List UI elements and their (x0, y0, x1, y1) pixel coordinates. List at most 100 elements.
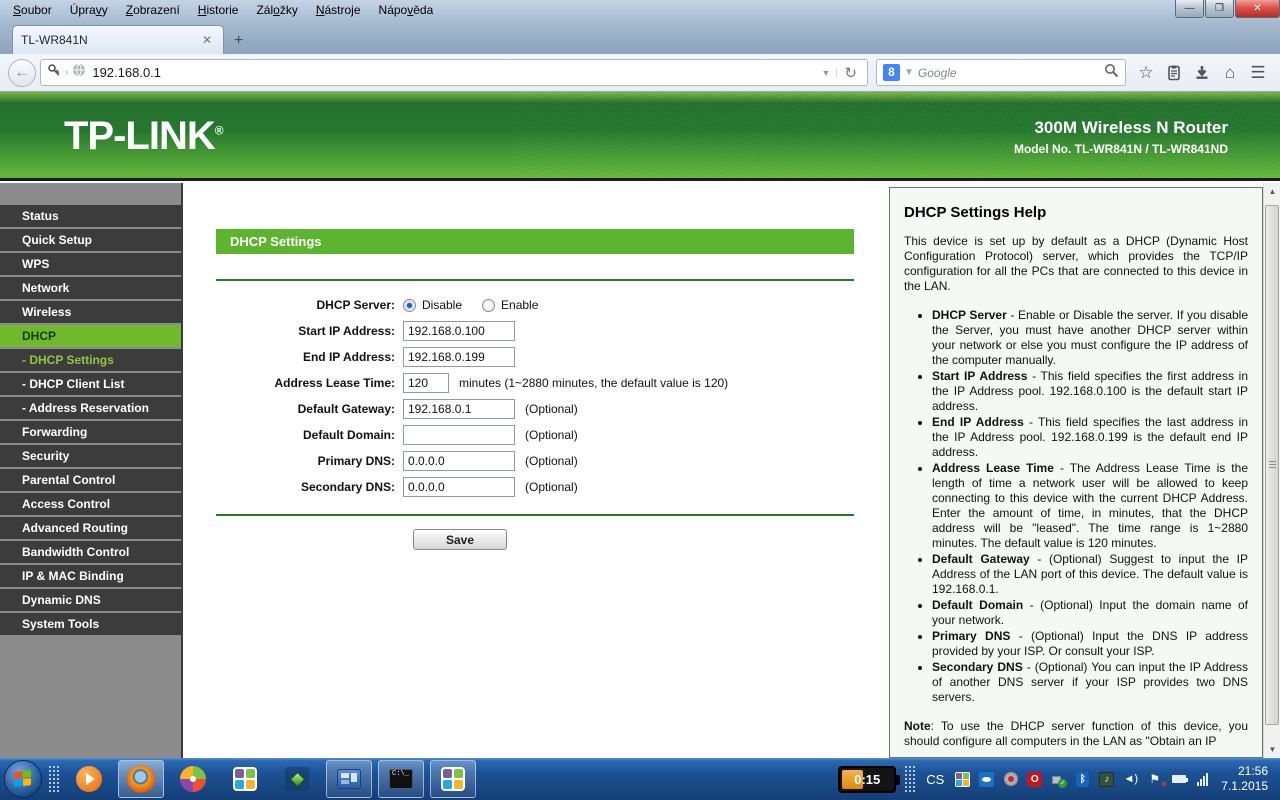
close-button[interactable]: ✕ (1235, 0, 1280, 18)
system-tray: O ✓ ᛒ ♪ ◄) ⚑ (954, 771, 1211, 789)
bookmark-star-icon[interactable]: ☆ (1132, 59, 1160, 87)
help-bullet: Secondary DNS - (Optional) You can input… (932, 660, 1248, 705)
sidebar-item-dynamic-dns[interactable]: Dynamic DNS (0, 589, 181, 611)
menu-history[interactable]: Historie (189, 1, 248, 19)
scrollbar-up-icon[interactable]: ▲ (1264, 183, 1280, 200)
sims-icon[interactable] (274, 760, 320, 798)
scrollbar-thumb[interactable] (1265, 205, 1279, 725)
disable-radio[interactable] (403, 298, 416, 312)
tray-power-icon[interactable] (1170, 771, 1188, 787)
taskbar-dots-tray[interactable] (904, 765, 917, 793)
globe-icon[interactable] (72, 63, 86, 82)
battery-gadget[interactable]: 0:15 (838, 765, 901, 793)
sidebar-item-ip-mac-binding[interactable]: IP & MAC Binding (0, 565, 181, 587)
url-bar[interactable]: › ▼ ↻ (40, 59, 868, 86)
enable-radio[interactable] (482, 298, 496, 312)
menu-help[interactable]: Nápověda (370, 1, 443, 19)
sidebar-item-network[interactable]: Network (0, 277, 181, 299)
tray-volume-icon[interactable]: ◄) (1122, 771, 1139, 787)
new-tab-button[interactable]: + (224, 30, 253, 54)
scrollbar-down-icon[interactable]: ▼ (1264, 741, 1280, 758)
enable-radio-label[interactable]: Enable (501, 298, 538, 312)
sidebar-item-status[interactable]: Status (0, 205, 181, 227)
start-ip-field[interactable] (403, 321, 515, 341)
tab-close-icon[interactable]: ✕ (199, 33, 215, 47)
terminal-window-button[interactable]: C:\_ (378, 760, 424, 798)
help-box: DHCP Settings Help This device is set up… (889, 187, 1263, 758)
menu-tools[interactable]: Nástroje (307, 1, 370, 19)
sidebar-item-dhcp-client-list[interactable]: - DHCP Client List (0, 373, 181, 395)
clock[interactable]: 21:56 7.1.2015 (1221, 764, 1268, 794)
tray-bluetooth-icon[interactable]: ᛒ (1074, 771, 1091, 787)
bookmarks-menu-icon[interactable] (1160, 59, 1188, 87)
minimize-button[interactable]: — (1175, 0, 1204, 18)
tray-device-icon[interactable] (1002, 771, 1019, 787)
sidebar-item-system-tools[interactable]: System Tools (0, 613, 181, 635)
tray-antivirus-icon[interactable]: O (1026, 771, 1043, 787)
tray-vmware-icon[interactable] (954, 771, 971, 787)
start-ip-label: Start IP Address: (298, 324, 395, 338)
secondary-dns-note: (Optional) (525, 480, 578, 494)
dhcp-server-label: DHCP Server: (316, 298, 395, 312)
back-button[interactable]: ← (8, 58, 36, 87)
sidebar-item-wireless[interactable]: Wireless (0, 301, 181, 323)
sidebar-item-bandwidth-control[interactable]: Bandwidth Control (0, 541, 181, 563)
menu-bookmarks[interactable]: Záložky (247, 1, 306, 19)
search-input[interactable] (917, 65, 1104, 80)
sidebar-item-wps[interactable]: WPS (0, 253, 181, 275)
reload-icon[interactable]: ↻ (837, 64, 861, 82)
restore-button[interactable]: ❐ (1205, 0, 1234, 18)
search-bar[interactable]: 8 ▼ (876, 59, 1126, 86)
firefox-taskbar-button[interactable] (118, 760, 164, 798)
help-scrollbar[interactable]: ▲ ▼ (1263, 183, 1280, 758)
sidebar-item-dhcp[interactable]: DHCP (0, 325, 181, 347)
sidebar-item-address-reservation[interactable]: - Address Reservation (0, 397, 181, 419)
hamburger-menu-icon[interactable]: ☰ (1244, 59, 1272, 87)
sidebar-item-quick-setup[interactable]: Quick Setup (0, 229, 181, 251)
primary-dns-field[interactable] (403, 451, 515, 471)
help-intro: This device is set up by default as a DH… (904, 234, 1248, 293)
disable-radio-label[interactable]: Disable (422, 298, 462, 312)
tray-action-center-icon[interactable]: ⚑ (1146, 771, 1167, 789)
menu-file[interactable]: Soubor (4, 1, 61, 19)
tab-title: TL-WR841N (21, 33, 88, 47)
tray-network-icon[interactable] (1194, 771, 1211, 787)
vmware-icon[interactable] (222, 760, 268, 798)
sidebar-item-dhcp-settings[interactable]: - DHCP Settings (0, 349, 181, 371)
divider-top (216, 279, 854, 281)
home-icon[interactable]: ⌂ (1216, 59, 1244, 87)
language-indicator[interactable]: CS (926, 772, 944, 787)
sidebar-item-security[interactable]: Security (0, 445, 181, 467)
search-engine-dropdown-icon[interactable]: ▼ (904, 67, 914, 78)
save-button[interactable]: Save (413, 529, 507, 550)
media-player-icon[interactable] (66, 760, 112, 798)
default-domain-field[interactable] (403, 425, 515, 445)
start-button[interactable] (4, 760, 42, 798)
help-bullet: Default Domain - (Optional) Input the do… (932, 598, 1248, 628)
urlbar-dropdown-icon[interactable]: ▼ (816, 67, 838, 78)
browser-tab[interactable]: TL-WR841N ✕ (12, 25, 224, 54)
end-ip-field[interactable] (403, 347, 515, 367)
tray-usb-eject-icon[interactable]: ✓ (1050, 771, 1068, 788)
magnifier-icon[interactable] (1104, 63, 1119, 83)
google-favicon: 8 (883, 64, 900, 81)
sidebar-item-forwarding[interactable]: Forwarding (0, 421, 181, 443)
sidebar-item-parental-control[interactable]: Parental Control (0, 469, 181, 491)
sidebar-item-advanced-routing[interactable]: Advanced Routing (0, 517, 181, 539)
tray-audio-app-icon[interactable]: ♪ (1098, 771, 1115, 787)
menu-view[interactable]: Zobrazení (117, 1, 189, 19)
downloads-icon[interactable] (1188, 59, 1216, 87)
photo-app-icon[interactable] (170, 760, 216, 798)
key-icon[interactable] (47, 63, 61, 82)
url-input[interactable] (92, 65, 816, 80)
secondary-dns-field[interactable] (403, 477, 515, 497)
help-bullet-list: DHCP Server - Enable or Disable the serv… (932, 308, 1248, 705)
default-gateway-field[interactable] (403, 399, 515, 419)
tray-teamviewer-icon[interactable] (978, 771, 995, 787)
help-bullet: Default Gateway - (Optional) Suggest to … (932, 552, 1248, 597)
display-settings-window-button[interactable] (326, 760, 372, 798)
vmware-window-button[interactable] (430, 760, 476, 798)
menu-edit[interactable]: Úpravy (61, 1, 117, 19)
lease-time-field[interactable] (403, 373, 449, 393)
sidebar-item-access-control[interactable]: Access Control (0, 493, 181, 515)
